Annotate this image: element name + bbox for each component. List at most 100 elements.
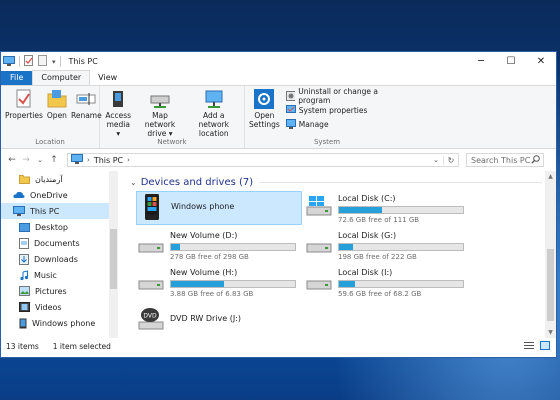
- drive-item-h[interactable]: New Volume (H:) 3.88 GB free of 6.83 GB: [136, 265, 302, 299]
- nav-item-label: Downloads: [34, 254, 78, 264]
- group-divider: [259, 181, 542, 183]
- system-group-label: System: [313, 138, 341, 146]
- address-history-dropdown[interactable]: ⌄: [429, 156, 443, 164]
- system-properties-button[interactable]: System properties: [285, 103, 407, 117]
- drive-usage-fill: [171, 244, 180, 250]
- downloads-icon: [19, 253, 29, 265]
- drive-item-g[interactable]: Local Disk (G:) 198 GB free of 222 GB: [304, 228, 470, 262]
- drive-item-i[interactable]: Local Disk (I:) 59.6 GB free of 68.2 GB: [304, 265, 470, 299]
- map-network-drive-icon: [150, 95, 170, 108]
- customize-toolbar-icon[interactable]: ▾: [52, 58, 56, 66]
- recent-locations-button[interactable]: ⌄: [33, 156, 47, 164]
- nav-item-label: Videos: [35, 302, 62, 312]
- close-button[interactable]: ✕: [526, 52, 556, 71]
- nav-item-documents[interactable]: Documents: [1, 235, 118, 251]
- ribbon-group-location: Properties Open Rename Location: [1, 86, 102, 148]
- rename-button[interactable]: Rename: [71, 89, 102, 120]
- access-media-button[interactable]: Access media ▾: [104, 89, 133, 138]
- content-scrollbar-thumb[interactable]: [547, 249, 554, 321]
- scroll-down-arrow[interactable]: ▼: [545, 329, 556, 336]
- manage-icon: [285, 119, 296, 129]
- uninstall-icon: [285, 91, 296, 101]
- refresh-button[interactable]: ↻: [443, 155, 458, 165]
- folder-icon: [19, 175, 30, 184]
- window-controls: ─ ☐ ✕: [466, 52, 556, 71]
- properties-quick-icon[interactable]: [24, 55, 34, 68]
- navigation-scrollbar-thumb[interactable]: [110, 229, 117, 289]
- this-pc-icon: [13, 206, 25, 216]
- open-label: Open: [46, 111, 67, 120]
- drive-usage-bar: [338, 280, 464, 288]
- map-network-drive-label-1: Map network: [144, 111, 176, 129]
- manage-button[interactable]: Manage: [285, 117, 407, 131]
- drive-free-space: 278 GB free of 298 GB: [170, 253, 249, 261]
- collapse-chevron-icon[interactable]: ⌄: [130, 178, 137, 187]
- drive-item-dvd[interactable]: DVD DVD RW Drive (J:): [136, 304, 302, 338]
- large-icons-view-icon[interactable]: [540, 340, 550, 352]
- pictures-icon: [19, 286, 30, 296]
- add-network-location-button[interactable]: Add a network location: [188, 89, 240, 138]
- new-folder-quick-icon[interactable]: [38, 55, 48, 68]
- tab-file[interactable]: File: [1, 71, 33, 85]
- ribbon-group-network: Access media ▾ Map network drive ▾ Add a…: [100, 86, 245, 148]
- main-area: آرمندیان OneDrive This PC Desktop Docume…: [1, 171, 556, 338]
- desktop-icon: [19, 222, 30, 232]
- nav-item-videos[interactable]: Videos: [1, 299, 118, 315]
- nav-item-music[interactable]: Music: [1, 267, 118, 283]
- open-settings-label-2: Settings: [249, 120, 280, 129]
- toolbar-divider: [59, 56, 61, 67]
- hard-drive-icon: [304, 265, 334, 295]
- this-pc-icon: [3, 55, 15, 68]
- open-settings-button[interactable]: Open Settings: [249, 89, 280, 129]
- hard-drive-icon: [136, 228, 166, 258]
- hard-drive-icon: [136, 265, 166, 295]
- nav-item-onedrive[interactable]: OneDrive: [1, 187, 118, 203]
- open-button[interactable]: Open: [47, 89, 67, 120]
- minimize-button[interactable]: ─: [466, 52, 496, 71]
- search-placeholder: Search This PC: [471, 155, 531, 165]
- maximize-button[interactable]: ☐: [496, 52, 526, 71]
- breadcrumb-separator[interactable]: ›: [127, 156, 130, 164]
- nav-item-this-pc[interactable]: This PC: [1, 203, 118, 219]
- drive-item-c[interactable]: Local Disk (C:) 72.6 GB free of 111 GB: [304, 191, 470, 225]
- drive-item-windows-phone[interactable]: Windows phone: [136, 191, 302, 225]
- ribbon-group-system: Open Settings Uninstall or change a prog…: [245, 86, 409, 148]
- drive-usage-fill: [171, 281, 225, 287]
- nav-item-pictures[interactable]: Pictures: [1, 283, 118, 299]
- title-bar: ▾ This PC ─ ☐ ✕: [1, 52, 556, 71]
- scroll-up-arrow[interactable]: ▲: [545, 173, 556, 180]
- tab-view[interactable]: View: [90, 71, 125, 85]
- add-network-location-label-1: Add a network: [198, 111, 229, 129]
- drive-usage-bar: [170, 243, 296, 251]
- uninstall-program-button[interactable]: Uninstall or change a program: [285, 87, 407, 105]
- up-button[interactable]: ↑: [47, 155, 61, 165]
- search-icon: [531, 154, 540, 166]
- map-network-drive-button[interactable]: Map network drive ▾: [137, 89, 184, 138]
- navigation-scrollbar[interactable]: [109, 171, 118, 338]
- content-scrollbar[interactable]: ▲ ▼: [545, 171, 556, 338]
- properties-label: Properties: [5, 111, 43, 120]
- search-input[interactable]: Search This PC: [466, 153, 544, 167]
- address-bar[interactable]: › This PC › ⌄ ↻: [67, 153, 459, 167]
- properties-button[interactable]: Properties: [5, 89, 43, 120]
- navigation-pane: آرمندیان OneDrive This PC Desktop Docume…: [1, 171, 118, 338]
- drive-usage-bar: [170, 280, 296, 288]
- nav-item-downloads[interactable]: Downloads: [1, 251, 118, 267]
- details-view-icon[interactable]: [524, 341, 534, 352]
- window-title: This PC: [68, 57, 98, 66]
- nav-item-desktop[interactable]: Desktop: [1, 219, 118, 235]
- nav-item-windows-phone[interactable]: Windows phone: [1, 315, 118, 331]
- selection-count: 1 item selected: [52, 341, 111, 351]
- breadcrumb-separator[interactable]: ›: [87, 156, 90, 164]
- gear-icon: [254, 89, 275, 109]
- devices-group-header[interactable]: ⌄ Devices and drives (7): [130, 173, 556, 191]
- cloud-icon: [13, 191, 25, 198]
- back-button[interactable]: ←: [5, 155, 19, 165]
- drive-free-space: 3.88 GB free of 6.83 GB: [170, 290, 254, 298]
- drive-item-d[interactable]: New Volume (D:) 278 GB free of 298 GB: [136, 228, 302, 262]
- tab-computer[interactable]: Computer: [32, 70, 91, 85]
- forward-button[interactable]: →: [19, 155, 33, 165]
- nav-item-user-folder[interactable]: آرمندیان: [1, 171, 118, 187]
- network-group-label: Network: [157, 138, 187, 146]
- breadcrumb-this-pc[interactable]: This PC: [94, 156, 123, 165]
